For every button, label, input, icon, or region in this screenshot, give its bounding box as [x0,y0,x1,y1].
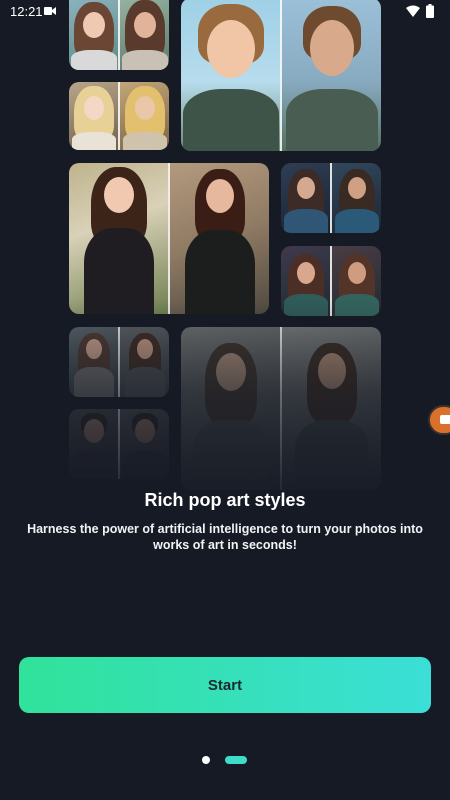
battery-icon [426,4,434,18]
preview-tile-neon-portrait [281,246,381,316]
screen-record-button[interactable] [428,405,450,435]
start-button[interactable]: Start [19,657,431,713]
preview-styled-image [69,163,168,314]
style-preview-collage [0,0,450,500]
preview-original-photo [118,82,169,150]
preview-tile-umbrella-woman [181,327,381,490]
preview-styled-image [281,163,330,233]
page-indicator [0,756,450,766]
preview-styled-image [281,246,330,316]
video-camera-icon [44,7,56,15]
preview-original-photo [280,327,381,490]
preview-tile-fairy-woman [69,163,269,314]
preview-original-photo [118,327,169,397]
preview-original-photo [330,246,381,316]
status-time: 12:21 [10,4,43,19]
preview-tile-seated-woman [69,327,169,397]
preview-styled-image [69,82,118,150]
start-button-label: Start [207,676,243,694]
page-dot-2-active[interactable] [225,756,247,764]
wifi-icon [406,5,420,17]
page-dot-1[interactable] [202,756,210,764]
preview-styled-image [181,327,280,490]
preview-original-photo [168,163,269,314]
record-video-icon [440,415,450,424]
preview-styled-image [69,327,118,397]
preview-original-photo [118,409,169,479]
onboarding-title: Rich pop art styles [144,490,306,510]
onboarding-description: Harness the power of artificial intellig… [27,522,423,552]
preview-tile-dark-fantasy [281,163,381,233]
preview-styled-image [69,409,118,479]
preview-tile-blonde-girl [69,82,169,150]
preview-tile-man-portrait [69,409,169,479]
status-bar: 12:21 [0,0,450,24]
preview-original-photo [330,163,381,233]
